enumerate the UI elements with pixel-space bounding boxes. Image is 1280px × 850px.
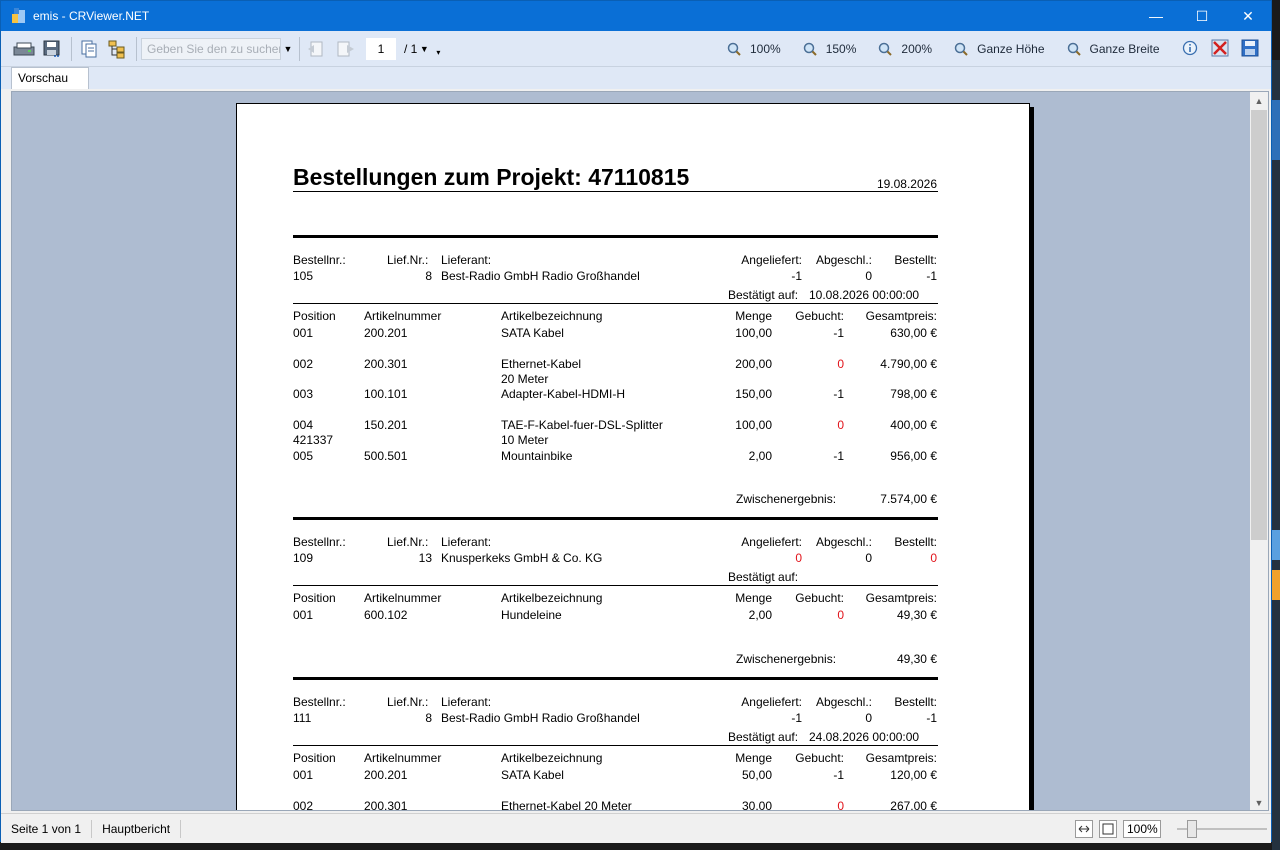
info-icon <box>1182 40 1198 56</box>
subtotal-label: Zwischenergebnis: <box>736 492 837 506</box>
page-total-label: / 1 <box>404 41 418 56</box>
col-gebucht: Gebucht: <box>795 309 844 323</box>
first-page-button[interactable] <box>304 36 330 62</box>
order-lieferant: Best-Radio GmbH Radio Großhandel <box>441 269 640 283</box>
page-next-icon <box>337 41 354 56</box>
magnifier-icon <box>879 42 893 56</box>
app-icon <box>11 8 27 24</box>
tab-vorschau[interactable]: Vorschau <box>11 67 89 89</box>
subtotal-value: 7.574,00 € <box>880 492 937 506</box>
copy-button[interactable] <box>76 36 102 62</box>
col-artikelnummer: Artikelnummer <box>364 309 442 323</box>
close-button[interactable]: ✕ <box>1225 1 1271 31</box>
group-tree-button[interactable] <box>104 36 130 62</box>
toolbar: Geben Sie den zu suchen ▼ 1 / 1 ▼ ▾ 100%… <box>1 31 1271 67</box>
report-viewer[interactable]: Bestellungen zum Projekt: 47110815 19.08… <box>11 91 1269 811</box>
col-position: Position <box>293 309 336 323</box>
hdr-lieferant: Lieferant: <box>441 253 492 267</box>
report-date: 19.08.2026 <box>876 177 937 191</box>
zoom-level-field[interactable]: 100% <box>1123 820 1161 838</box>
order-bestellnr: 105 <box>293 269 314 283</box>
fit-width-icon <box>1078 825 1090 833</box>
order-bestellt: -1 <box>926 269 937 283</box>
zoom-full-width-button[interactable]: Ganze Breite <box>1067 42 1160 56</box>
tab-strip: Vorschau <box>1 67 1271 89</box>
page-prev-icon <box>308 41 323 56</box>
toolbar-overflow-icon[interactable]: ▾ <box>431 38 445 60</box>
page-number-input[interactable]: 1 <box>366 37 396 60</box>
next-page-button[interactable] <box>332 36 358 62</box>
title-bar: emis - CRViewer.NET — ☐ ✕ <box>1 1 1271 31</box>
info-button[interactable] <box>1181 37 1199 59</box>
print-button[interactable] <box>11 36 37 62</box>
window-title: emis - CRViewer.NET <box>33 9 150 23</box>
export-button[interactable] <box>39 36 65 62</box>
order-abgeschl: 0 <box>865 269 872 283</box>
hdr-liefnr: Lief.Nr.: <box>387 253 429 267</box>
maximize-button[interactable]: ☐ <box>1179 1 1225 31</box>
search-dropdown-icon[interactable]: ▼ <box>281 38 295 60</box>
zoom-200-button[interactable]: 200% <box>878 42 932 56</box>
order-bestaetigt: 10.08.2026 00:00:00 <box>809 288 920 302</box>
order-liefnr: 8 <box>425 269 432 283</box>
col-artikelbezeichnung: Artikelbezeichnung <box>501 309 603 323</box>
zoom-buttons: 100% 150% 200% Ganze Höhe Ganze Breite <box>727 31 1182 67</box>
export-disk-icon <box>43 40 60 57</box>
hdr-bestellnr: Bestellnr.: <box>293 253 346 267</box>
vertical-scrollbar[interactable]: ▲ ▼ <box>1250 92 1268 810</box>
printer-icon <box>13 42 35 55</box>
scrollbar-thumb[interactable] <box>1251 110 1267 540</box>
page-dropdown-icon[interactable]: ▼ <box>417 38 431 60</box>
report-title: Bestellungen zum Projekt: 47110815 <box>293 164 690 190</box>
tree-icon <box>108 40 125 58</box>
cancel-button[interactable] <box>1211 37 1229 59</box>
save-button[interactable] <box>1241 37 1259 59</box>
app-window: emis - CRViewer.NET — ☐ ✕ Geben Sie den … <box>0 0 1272 843</box>
scroll-up-icon[interactable]: ▲ <box>1250 92 1268 110</box>
search-input[interactable]: Geben Sie den zu suchen <box>141 37 281 60</box>
col-gesamtpreis: Gesamtpreis: <box>865 309 937 323</box>
hdr-bestellt: Bestellt: <box>894 253 937 267</box>
hdr-bestaetigt: Bestätigt auf: <box>728 288 799 302</box>
magnifier-icon <box>954 42 968 56</box>
cancel-x-icon <box>1211 39 1229 57</box>
order-angeliefert: -1 <box>791 269 802 283</box>
hdr-abgeschl: Abgeschl.: <box>815 253 872 267</box>
status-report: Hauptbericht <box>92 819 182 838</box>
status-bar: Seite 1 von 1 Hauptbericht 100% <box>1 813 1271 843</box>
status-page: Seite 1 von 1 <box>1 819 93 838</box>
hdr-angeliefert: Angeliefert: <box>741 253 802 267</box>
zoom-slider[interactable] <box>1177 820 1267 838</box>
zoom-100-button[interactable]: 100% <box>727 42 781 56</box>
magnifier-icon <box>727 42 741 56</box>
magnifier-icon <box>1067 42 1081 56</box>
magnifier-icon <box>803 42 817 56</box>
report-page: Bestellungen zum Projekt: 47110815 19.08… <box>236 103 1030 810</box>
minimize-button[interactable]: — <box>1133 1 1179 31</box>
fit-width-button[interactable] <box>1075 820 1093 838</box>
zoom-150-button[interactable]: 150% <box>803 42 856 56</box>
fit-page-button[interactable] <box>1099 820 1117 838</box>
col-menge: Menge <box>735 309 772 323</box>
zoom-slider-handle[interactable] <box>1187 820 1197 838</box>
background-window-strip <box>1272 60 1280 850</box>
save-disk-icon <box>1241 39 1259 57</box>
zoom-full-height-button[interactable]: Ganze Höhe <box>954 42 1045 56</box>
fit-page-icon <box>1102 823 1114 835</box>
copy-pages-icon <box>81 40 97 57</box>
scroll-down-icon[interactable]: ▼ <box>1250 794 1268 810</box>
